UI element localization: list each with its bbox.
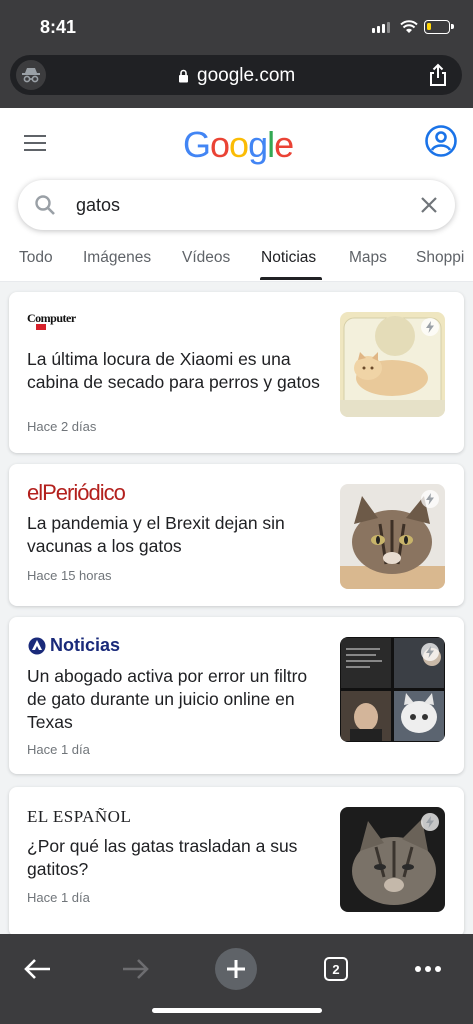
news-time: Hace 1 día <box>27 890 90 905</box>
amp-icon <box>421 490 439 508</box>
news-source-logo: Computer <box>27 312 76 330</box>
news-thumbnail[interactable] <box>340 637 445 742</box>
news-source-logo: Noticias <box>27 635 120 656</box>
tab-noticias[interactable]: Noticias <box>261 249 316 267</box>
news-title[interactable]: La última locura de Xiaomi es una cabina… <box>27 348 327 394</box>
news-time: Hace 15 horas <box>27 568 112 583</box>
news-time: Hace 2 días <box>27 419 97 434</box>
status-bar: 8:41 <box>0 0 473 52</box>
news-time: Hace 1 día <box>27 742 90 757</box>
url-text: google.com <box>197 65 296 86</box>
news-title[interactable]: ¿Por qué las gatas trasladan a sus gatit… <box>27 835 327 881</box>
amp-icon <box>421 318 439 336</box>
tab-switcher-icon[interactable]: 2 <box>311 944 361 994</box>
tab-videos[interactable]: Vídeos <box>182 249 230 267</box>
new-tab-plus-icon[interactable] <box>211 944 261 994</box>
more-menu-icon[interactable] <box>403 944 453 994</box>
news-source-logo: elPeriódico <box>27 480 126 505</box>
tab-imagenes[interactable]: Imágenes <box>83 249 151 267</box>
wifi-icon <box>400 20 418 33</box>
browser-address-area: google.com <box>0 52 473 108</box>
news-card[interactable]: Noticias Un abogado activa por error un … <box>9 617 464 774</box>
news-card[interactable]: Computer La última locura de Xiaomi es u… <box>9 292 464 453</box>
news-results: Computer La última locura de Xiaomi es u… <box>0 282 473 934</box>
google-header: Google <box>0 108 473 178</box>
browser-toolbar: 2 <box>0 934 473 1024</box>
active-tab-indicator <box>260 277 322 280</box>
news-title[interactable]: La pandemia y el Brexit dejan sin vacuna… <box>27 512 327 558</box>
news-source-logo: EL ESPAÑOL <box>27 807 132 826</box>
amp-icon <box>421 813 439 831</box>
google-logo[interactable]: Google <box>183 124 294 166</box>
forward-arrow-icon[interactable] <box>111 944 161 994</box>
amp-icon <box>421 643 439 661</box>
signal-icon <box>372 22 390 33</box>
incognito-icon[interactable] <box>16 60 46 90</box>
search-input[interactable] <box>76 190 396 220</box>
search-box[interactable] <box>18 180 455 230</box>
news-title[interactable]: Un abogado activa por error un filtro de… <box>27 665 327 734</box>
tab-maps[interactable]: Maps <box>349 249 387 267</box>
news-card[interactable]: elPeriódico La pandemia y el Brexit deja… <box>9 464 464 606</box>
share-icon[interactable] <box>428 63 448 87</box>
news-card[interactable]: EL ESPAÑOL ¿Por qué las gatas trasladan … <box>9 787 464 934</box>
tab-todo[interactable]: Todo <box>19 249 53 267</box>
tab-count: 2 <box>324 957 348 981</box>
news-thumbnail[interactable] <box>340 312 445 417</box>
home-indicator[interactable] <box>152 1008 322 1013</box>
news-thumbnail[interactable] <box>340 807 445 912</box>
news-thumbnail[interactable] <box>340 484 445 589</box>
search-icon[interactable] <box>34 194 56 216</box>
status-time: 8:41 <box>40 17 77 37</box>
address-bar[interactable]: google.com <box>10 55 462 95</box>
search-tabs: Todo Imágenes Vídeos Noticias Maps Shopp… <box>0 240 473 282</box>
battery-icon <box>424 20 454 34</box>
lock-icon <box>179 69 188 83</box>
back-arrow-icon[interactable] <box>12 944 62 994</box>
hamburger-menu-icon[interactable] <box>24 135 46 156</box>
tab-shopping[interactable]: Shoppi <box>416 249 464 267</box>
battery-level <box>427 23 431 30</box>
antena3-logo-icon <box>28 637 46 654</box>
search-area <box>0 178 473 240</box>
clear-icon[interactable] <box>419 195 439 215</box>
account-icon[interactable] <box>424 124 458 158</box>
url-display[interactable]: google.com <box>178 65 295 87</box>
